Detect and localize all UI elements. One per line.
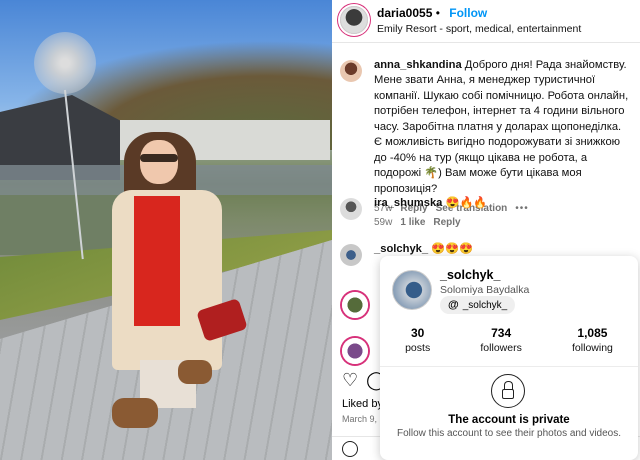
comment-username[interactable]: anna_shkandina (374, 59, 462, 71)
post-photo[interactable] (0, 0, 332, 460)
photo-boot-right (178, 360, 212, 384)
follow-button[interactable]: Follow (449, 6, 487, 20)
comment-text: 😍😍😍 (431, 243, 474, 255)
commenter-avatar[interactable] (342, 338, 368, 364)
commenter-avatar[interactable] (340, 244, 362, 266)
header-divider (332, 42, 640, 43)
private-account-title: The account is private (448, 414, 570, 426)
photo-pond (0, 195, 120, 255)
comment-text: Доброго дня! Рада знайомству. Мене звати… (374, 59, 629, 195)
commenter-avatar[interactable] (340, 198, 362, 220)
hover-card-username[interactable]: _solchyk_ (440, 268, 500, 282)
threads-icon: @ (448, 299, 459, 311)
photo-dandelion-sculpture (34, 32, 96, 94)
like-heart-icon[interactable]: ♡ (342, 370, 358, 391)
commenter-avatar[interactable] (340, 60, 362, 82)
stat-followers[interactable]: 734 followers (480, 326, 521, 354)
separator-dot: • (432, 6, 444, 20)
stat-label: following (572, 342, 613, 354)
author-avatar[interactable] (340, 6, 368, 34)
post-date: March 9, (342, 414, 378, 424)
threads-badge[interactable]: @ _solchyk_ (440, 296, 516, 314)
hover-card-avatar[interactable] (392, 270, 432, 310)
stat-label: posts (405, 342, 431, 354)
author-username[interactable]: daria0055 (377, 6, 432, 20)
photo-boot-left (112, 398, 158, 428)
photo-person-face (140, 140, 178, 184)
comment-username[interactable]: ira_shumska (374, 197, 442, 209)
comment-item: anna_shkandina Доброго дня! Рада знайомс… (332, 58, 640, 216)
comment-username[interactable]: _solchyk_ (374, 243, 428, 255)
stat-label: followers (480, 342, 522, 354)
threads-handle: _solchyk_ (462, 299, 508, 311)
stat-value: 30 (410, 326, 425, 340)
profile-hover-card: _solchyk_ Solomiya Baydalka @ _solchyk_ … (380, 256, 638, 460)
comment-age[interactable]: 59w (374, 216, 392, 230)
liked-by-text[interactable]: Liked by (342, 398, 383, 410)
comment-text: 😍🔥🔥 (445, 197, 488, 209)
comment-likes[interactable]: 1 like (400, 216, 425, 230)
reply-button[interactable]: Reply (433, 216, 460, 230)
emoji-icon[interactable] (342, 441, 358, 457)
commenter-avatar[interactable] (342, 292, 368, 318)
comment-item: ira_shumska 😍🔥🔥 59w 1 like Reply (332, 196, 640, 230)
private-account-subtitle: Follow this account to see their photos … (396, 428, 622, 439)
photo-person-sunglasses (140, 154, 178, 162)
stat-value: 734 (491, 326, 512, 340)
stat-value: 1,085 (577, 326, 608, 340)
card-divider (380, 366, 638, 367)
post-header: daria0055 • Follow Emily Resort - sport,… (332, 0, 640, 42)
hover-card-fullname: Solomiya Baydalka (440, 284, 530, 296)
photo-person-dress (134, 196, 180, 326)
stat-following[interactable]: 1,085 following (572, 326, 613, 354)
post-location[interactable]: Emily Resort - sport, medical, entertain… (377, 23, 581, 36)
stat-posts[interactable]: 30 posts (405, 326, 430, 354)
profile-stats: 30 posts 734 followers 1,085 following (380, 326, 638, 354)
lock-icon (491, 374, 525, 408)
